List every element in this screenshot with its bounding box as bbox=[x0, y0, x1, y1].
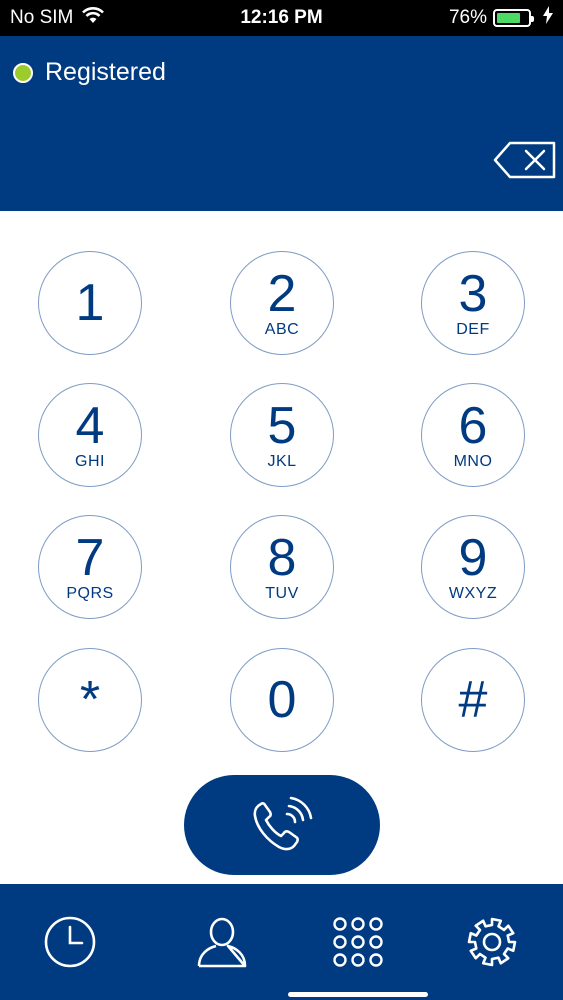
battery-icon bbox=[493, 9, 534, 27]
home-indicator bbox=[288, 992, 428, 997]
key-digit: 6 bbox=[458, 397, 488, 455]
registration-status: Registered bbox=[13, 58, 166, 87]
status-left: No SIM bbox=[10, 0, 105, 36]
key-letters: JKL bbox=[267, 453, 297, 470]
keypad-grid-icon bbox=[333, 917, 383, 967]
key-6[interactable]: 6 MNO bbox=[421, 383, 525, 487]
key-digit: 0 bbox=[267, 671, 297, 729]
tab-contacts[interactable] bbox=[152, 884, 292, 1000]
key-digit: * bbox=[79, 671, 101, 729]
wifi-icon bbox=[81, 6, 105, 30]
key-digit: # bbox=[458, 671, 488, 729]
key-digit: 4 bbox=[75, 397, 105, 455]
charging-bolt-icon bbox=[543, 6, 553, 30]
key-letters: MNO bbox=[453, 453, 493, 470]
key-letters: DEF bbox=[456, 321, 490, 338]
status-dot-icon bbox=[13, 62, 33, 83]
phone-call-icon bbox=[253, 796, 313, 851]
status-right: 76% bbox=[449, 0, 553, 36]
key-letters: WXYZ bbox=[448, 585, 498, 602]
clock-icon bbox=[44, 916, 96, 968]
key-star[interactable]: * bbox=[38, 648, 142, 752]
gear-teeth bbox=[467, 917, 517, 967]
key-1[interactable]: 1 bbox=[38, 251, 142, 355]
bottom-tab-bar bbox=[0, 884, 563, 1000]
carrier-label: No SIM bbox=[10, 7, 74, 28]
tab-settings[interactable] bbox=[422, 884, 562, 1000]
key-digit: 7 bbox=[75, 529, 105, 587]
key-hash[interactable]: # bbox=[421, 648, 525, 752]
key-digit: 2 bbox=[267, 265, 297, 323]
key-digit: 5 bbox=[267, 397, 297, 455]
call-button[interactable] bbox=[184, 775, 380, 875]
key-8[interactable]: 8 TUV bbox=[230, 515, 334, 619]
tab-recents[interactable] bbox=[0, 884, 140, 1000]
key-digit: 3 bbox=[458, 265, 488, 323]
key-letters: GHI bbox=[75, 453, 105, 470]
key-7[interactable]: 7 PQRS bbox=[38, 515, 142, 619]
gear-icon bbox=[467, 917, 517, 967]
registration-status-label: Registered bbox=[45, 58, 166, 86]
key-digit: 1 bbox=[75, 274, 105, 332]
key-4[interactable]: 4 GHI bbox=[38, 383, 142, 487]
tab-keypad[interactable] bbox=[288, 884, 428, 1000]
dialer-header: Registered bbox=[0, 36, 563, 211]
key-letters: PQRS bbox=[66, 585, 114, 602]
battery-fill bbox=[497, 13, 520, 23]
key-digit: 9 bbox=[458, 529, 488, 587]
key-5[interactable]: 5 JKL bbox=[230, 383, 334, 487]
key-letters: TUV bbox=[265, 585, 299, 602]
key-digit: 8 bbox=[267, 529, 297, 587]
person-icon bbox=[197, 917, 247, 968]
key-3[interactable]: 3 DEF bbox=[421, 251, 525, 355]
key-2[interactable]: 2 ABC bbox=[230, 251, 334, 355]
key-letters: ABC bbox=[264, 321, 300, 338]
status-bar: No SIM 12:16 PM 76% bbox=[0, 0, 563, 36]
keypad: 1 2 ABC 3 DEF 4 GHI 5 JKL 6 MNO 7 PQRS 8 TUV 9 WXYZ * 0 # bbox=[0, 211, 563, 771]
backspace-button[interactable] bbox=[492, 140, 558, 180]
backspace-icon bbox=[493, 141, 556, 179]
key-9[interactable]: 9 WXYZ bbox=[421, 515, 525, 619]
battery-percent: 76% bbox=[448, 7, 487, 28]
key-0[interactable]: 0 bbox=[230, 648, 334, 752]
